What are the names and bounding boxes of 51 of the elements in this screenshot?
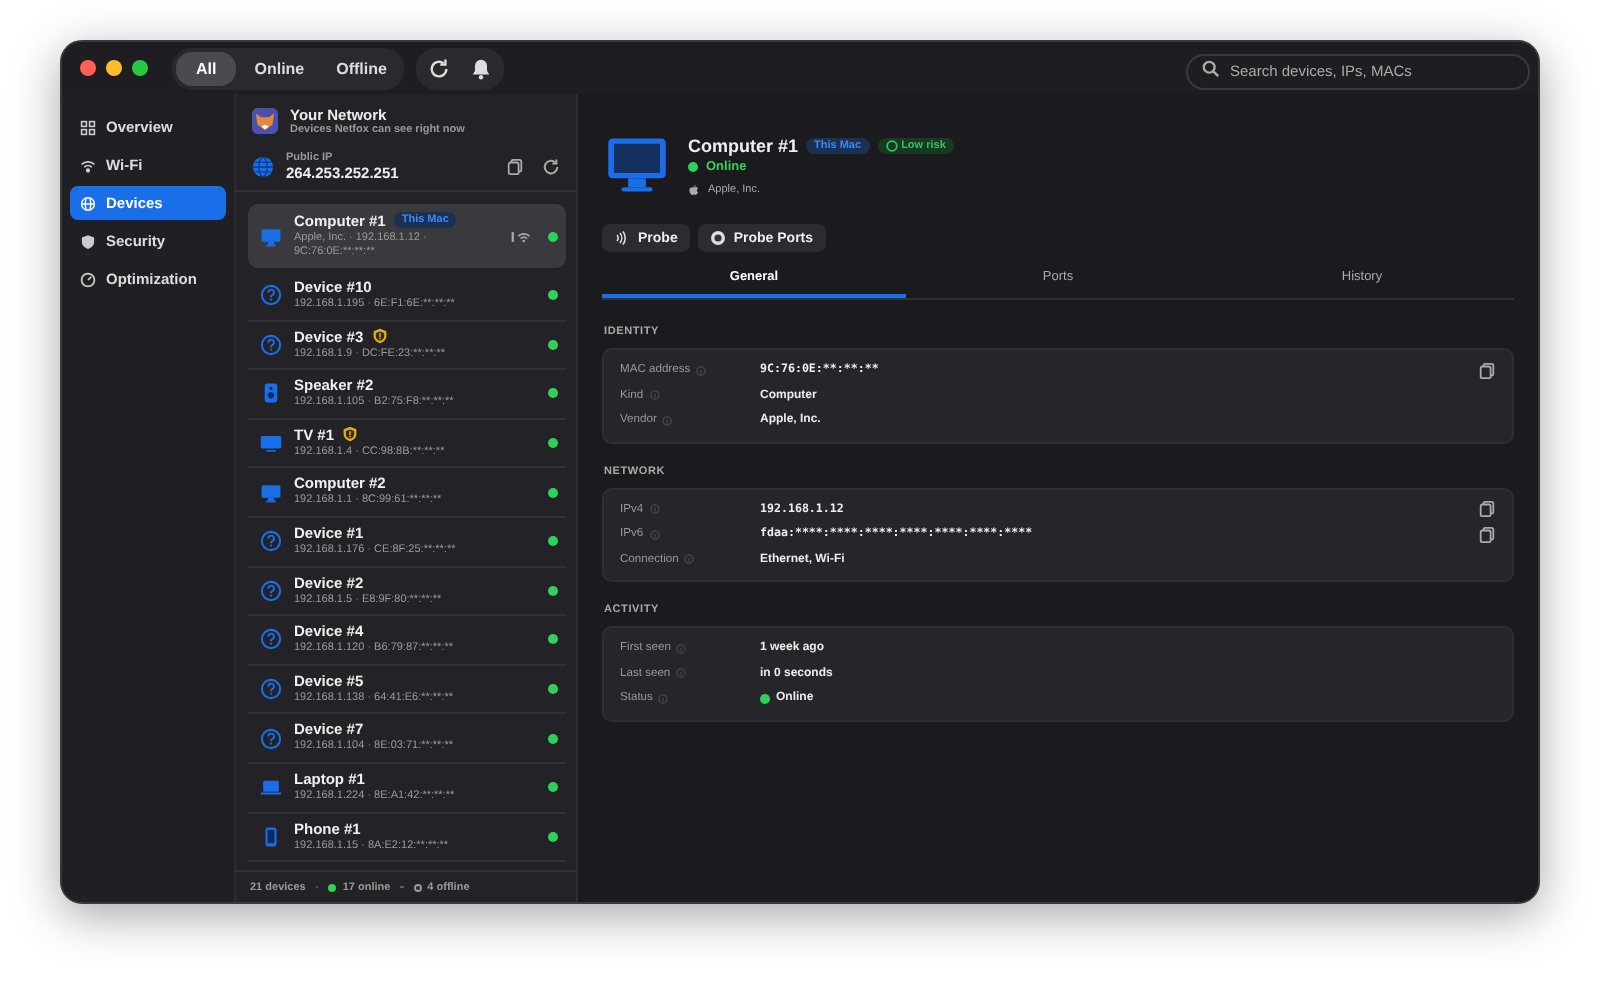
filter-tab[interactable]: Online (240, 51, 319, 85)
target-icon (709, 230, 726, 246)
apple-icon (688, 183, 700, 195)
search-icon (1202, 59, 1220, 77)
grid-icon (80, 119, 96, 135)
computer-icon (260, 481, 282, 504)
globe-icon (80, 195, 96, 211)
info-icon (649, 504, 660, 515)
fox-logo-icon (252, 108, 278, 134)
question-icon (260, 727, 282, 750)
status-dot (688, 162, 698, 172)
wifi-icon (80, 157, 96, 173)
status-dot (760, 693, 770, 704)
question-icon (260, 579, 282, 602)
info-icon (684, 554, 695, 565)
phone-icon (260, 825, 282, 848)
info-icon (662, 415, 673, 426)
copy-icon[interactable] (506, 158, 524, 176)
info-icon (658, 693, 669, 704)
question-icon (260, 678, 282, 701)
question-icon (260, 530, 282, 553)
online-dot (328, 883, 337, 891)
question-icon (260, 333, 282, 356)
info-icon (696, 365, 707, 376)
info-icon (649, 390, 660, 401)
zoom-button[interactable] (132, 60, 148, 76)
globe-icon (252, 156, 274, 178)
filter-tab[interactable]: Offline (322, 51, 401, 85)
computer-icon (606, 134, 668, 196)
tv-icon (260, 432, 282, 455)
close-button[interactable] (80, 60, 96, 76)
speaker-icon (260, 382, 282, 405)
circle-icon (885, 139, 898, 151)
copy-icon[interactable] (1478, 500, 1496, 519)
refresh-icon[interactable] (542, 158, 560, 176)
question-icon (260, 284, 282, 307)
copy-icon[interactable] (1478, 361, 1496, 380)
computer-icon (260, 225, 282, 247)
device-title: Computer #1 (688, 135, 799, 155)
gauge-icon (80, 271, 96, 287)
laptop-icon (260, 776, 282, 799)
copy-icon[interactable] (1478, 525, 1496, 544)
info-icon (676, 668, 687, 679)
shield-icon (80, 233, 96, 249)
filter-tab[interactable]: All (176, 51, 237, 85)
minimize-button[interactable] (106, 60, 122, 76)
offline-dot (413, 883, 422, 891)
signal-waves-icon (614, 230, 630, 246)
info-icon (649, 529, 660, 540)
question-icon (260, 628, 282, 651)
info-icon (676, 643, 687, 654)
